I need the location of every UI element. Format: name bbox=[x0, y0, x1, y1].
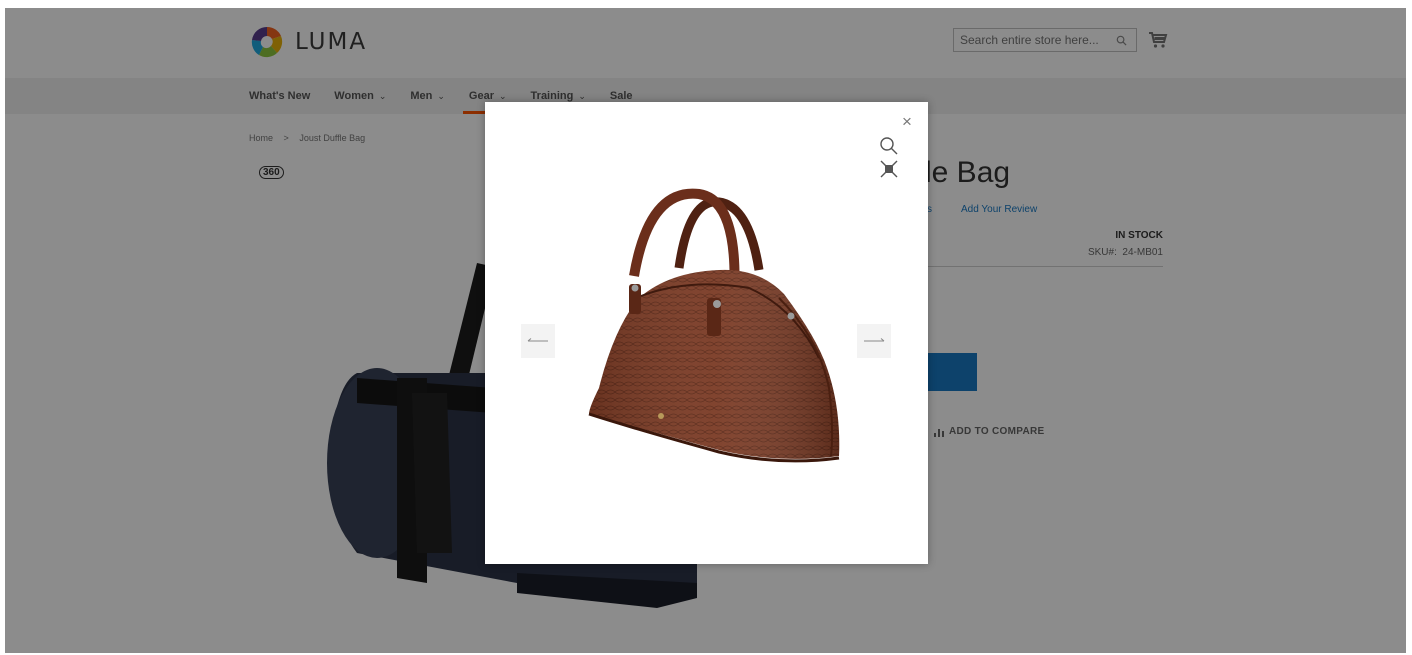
prev-image-button[interactable] bbox=[521, 324, 555, 358]
close-icon: × bbox=[902, 112, 912, 131]
handbag-image bbox=[588, 188, 840, 463]
zoom-icon[interactable] bbox=[879, 136, 899, 156]
page-frame: LUMA What's New Women⌄ Men⌄ Gear⌄ Traini… bbox=[5, 8, 1406, 653]
arrow-right-icon bbox=[864, 338, 885, 342]
close-button[interactable]: × bbox=[899, 112, 915, 131]
next-image-button[interactable] bbox=[857, 324, 891, 358]
fullscreen-icon[interactable] bbox=[879, 159, 899, 179]
image-lightbox: × bbox=[485, 102, 928, 564]
arrow-left-icon bbox=[527, 338, 548, 342]
